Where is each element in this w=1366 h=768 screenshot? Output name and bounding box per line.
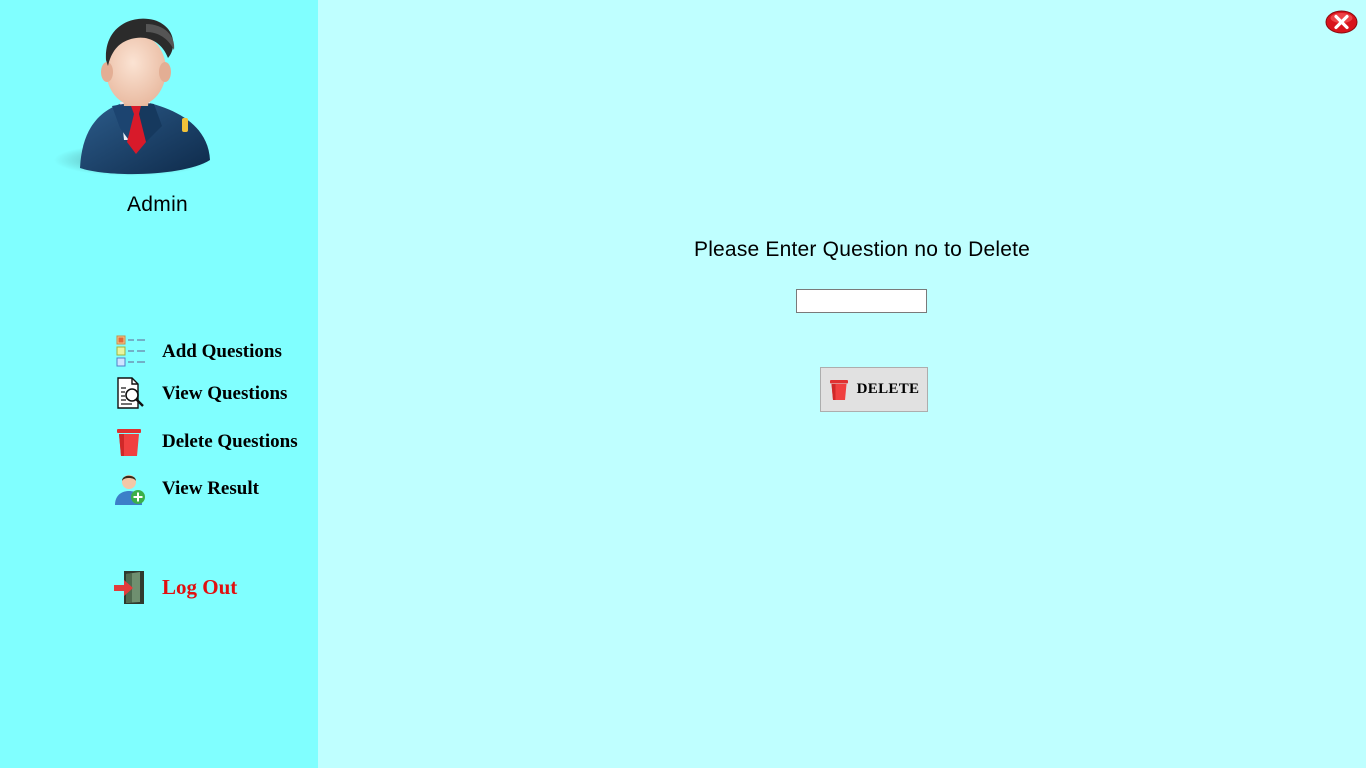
nav-delete-questions-label: Delete Questions (162, 431, 298, 452)
user-name: Admin (126, 193, 189, 216)
nav-delete-questions[interactable]: Delete Questions (112, 424, 298, 460)
document-search-icon (117, 377, 144, 409)
nav-add-questions[interactable]: Add Questions (112, 334, 282, 370)
delete-button[interactable]: DELETE (820, 367, 928, 412)
nav-log-out[interactable]: Log Out (112, 567, 237, 607)
nav-view-questions-label: View Questions (162, 383, 288, 404)
nav-view-result-label: View Result (162, 478, 259, 499)
question-no-input[interactable] (796, 289, 927, 313)
nav-view-result[interactable]: View Result (112, 471, 259, 507)
nav-log-out-label: Log Out (162, 574, 238, 599)
app-window: Admin Add Questions View Questions Delet… (0, 0, 1366, 768)
sidebar: Admin Add Questions View Questions Delet… (0, 0, 318, 768)
trash-icon (117, 429, 141, 456)
close-icon[interactable] (1325, 10, 1358, 34)
admin-avatar (54, 18, 210, 176)
exit-door-icon (114, 571, 144, 604)
delete-prompt: Please Enter Question no to Delete (693, 238, 1030, 261)
trash-icon (829, 379, 848, 400)
nav-view-questions[interactable]: View Questions (112, 376, 287, 412)
user-add-icon (115, 475, 145, 505)
delete-button-label: DELETE (856, 381, 920, 397)
nav-add-questions-label: Add Questions (162, 341, 282, 362)
list-add-icon (116, 335, 145, 367)
